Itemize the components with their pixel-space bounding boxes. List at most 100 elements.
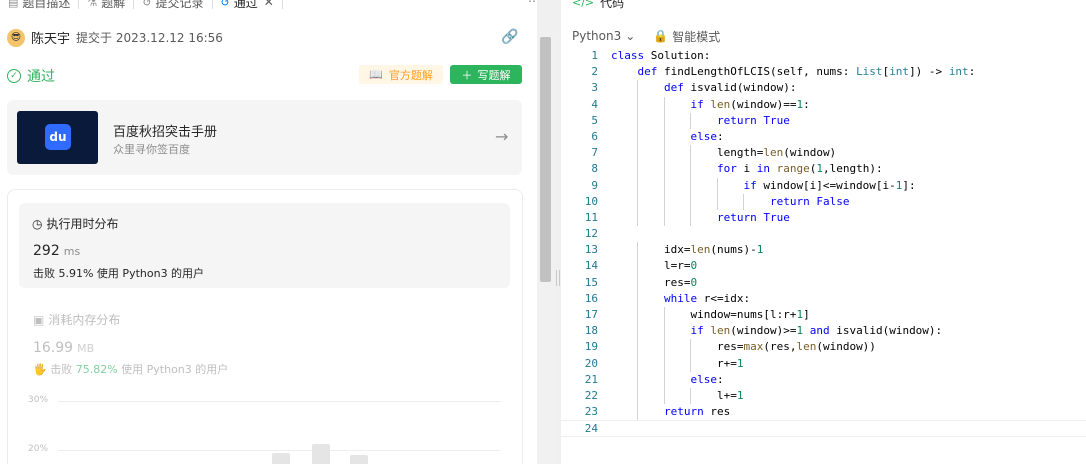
code-line[interactable]: 12 — [561, 226, 1086, 242]
line-number: 12 — [584, 227, 598, 241]
runtime-value: 292 ms — [33, 243, 80, 259]
code-line[interactable]: 3 def isvalid(window): — [561, 80, 1086, 97]
memory-number: 16.99 — [33, 340, 74, 356]
code-panel-header: </> 代码 — [561, 0, 1086, 12]
left-panel-scrollbar[interactable] — [537, 37, 554, 464]
document-icon: ▤ — [8, 0, 19, 9]
smart-mode-toggle[interactable]: 🔒 智能模式 — [653, 28, 720, 45]
line-number: 18 — [584, 324, 598, 338]
code-line[interactable]: 4 if len(window)==1: — [561, 96, 1086, 113]
code-line[interactable]: 13 idx=len(nums)-1 — [561, 242, 1086, 259]
language-select[interactable]: Python3 ⌄ — [572, 29, 635, 43]
code-line[interactable]: 5 return True — [561, 112, 1086, 129]
distribution-bar[interactable] — [312, 444, 330, 464]
code-editor[interactable]: 1 class Solution: 2 def findLengthOfLCIS(s… — [561, 48, 1086, 437]
submission-time: 提交于 2023.12.12 16:56 — [76, 31, 223, 45]
line-number: 22 — [584, 388, 598, 402]
code-line[interactable]: 15 res=0 — [561, 274, 1086, 291]
gridline — [58, 450, 501, 451]
line-number: 4 — [591, 97, 598, 111]
line-text: else: — [690, 129, 724, 143]
tab-label: 题目描述 — [22, 0, 71, 10]
avatar[interactable]: 😎 — [7, 28, 25, 47]
chip-icon: ▣ — [33, 312, 45, 327]
code-line[interactable]: 21 else: — [561, 371, 1086, 388]
memory-beat-percent: 75.82% — [75, 363, 118, 376]
line-number: 5 — [591, 113, 598, 127]
line-number: 10 — [584, 194, 598, 208]
promo-image: du — [17, 111, 98, 164]
code-line[interactable]: 17 window=nums[l:r+1] — [561, 307, 1086, 324]
memory-beat-suffix: 使用 Python3 的用户 — [121, 363, 229, 376]
code-line[interactable]: 7 length=len(window) — [561, 145, 1086, 162]
line-text: return False — [769, 194, 850, 208]
code-line[interactable]: 1 class Solution: — [561, 48, 1086, 64]
write-solution-button[interactable]: ＋ 写题解 — [450, 65, 522, 84]
code-panel-title: 代码 — [600, 0, 625, 10]
official-solution-button[interactable]: 📖 官方题解 — [359, 65, 443, 84]
history-icon: ↺ — [142, 0, 152, 9]
runtime-beat: 击败 5.91% 使用 Python3 的用户 — [33, 267, 205, 280]
line-text: class Solution: — [611, 49, 711, 62]
line-number: 6 — [591, 129, 598, 143]
gridline — [58, 401, 501, 402]
line-number: 23 — [584, 405, 598, 419]
code-line[interactable]: 11 return True — [561, 209, 1086, 227]
drag-grip-icon — [556, 270, 560, 286]
code-line[interactable]: 2 def findLengthOfLCIS(self, nums: List[… — [561, 64, 1086, 80]
line-text: return res — [663, 405, 731, 419]
line-number: 15 — [584, 275, 598, 289]
scrollbar-thumb[interactable] — [540, 37, 551, 282]
tab-description[interactable]: ▤ 题目描述 — [0, 0, 80, 10]
write-solution-label: 写题解 — [477, 68, 511, 82]
close-tab-icon[interactable]: ✕ — [264, 0, 274, 9]
line-number: 13 — [584, 243, 598, 257]
line-number: 20 — [584, 356, 598, 370]
clock-icon: ◷ — [32, 216, 43, 231]
line-text: return True — [716, 113, 790, 127]
code-line[interactable]: 20 r+=1 — [561, 355, 1086, 372]
status-label: 通过 — [27, 69, 55, 85]
code-line[interactable]: 24 — [561, 420, 1086, 437]
line-text: while r<=idx: — [663, 291, 751, 305]
promo-banner[interactable]: du 百度秋招突击手册 众里寻你签百度 → — [7, 100, 522, 175]
promo-title: 百度秋招突击手册 — [113, 125, 218, 140]
line-text: res=max(res,len(window)) — [611, 340, 876, 354]
flask-icon: ⚗ — [87, 0, 98, 9]
tab-accepted[interactable]: ↺ 通过 ✕ — [213, 0, 283, 10]
baidu-logo-icon: du — [45, 124, 71, 150]
line-number: 21 — [584, 372, 598, 386]
code-line[interactable]: 19 res=max(res,len(window)) — [561, 339, 1086, 356]
line-text: def isvalid(window): — [663, 81, 797, 95]
code-line[interactable]: 23 return res — [561, 404, 1086, 421]
distribution-bar[interactable] — [272, 453, 290, 464]
memory-heading: ▣ 消耗内存分布 — [33, 311, 120, 328]
line-number: 2 — [591, 65, 598, 79]
code-line[interactable]: 14 l=r=0 — [561, 258, 1086, 275]
distribution-bar[interactable] — [350, 455, 368, 464]
line-text: r+=1 — [611, 356, 744, 370]
share-link-icon[interactable]: 🔗 — [501, 29, 518, 45]
line-text: l=r=0 — [611, 259, 698, 273]
line-text: else: — [690, 372, 724, 386]
code-line[interactable]: 18 if len(window)>=1 and isvalid(window)… — [561, 323, 1086, 340]
runtime-section[interactable]: ◷ 执行用时分布 292 ms 击败 5.91% 使用 Python3 的用户 — [19, 203, 510, 288]
tab-solutions[interactable]: ⚗ 题解 — [79, 0, 135, 10]
mode-label: 智能模式 — [672, 29, 721, 44]
more-options-icon[interactable]: ⋯ — [528, 0, 537, 8]
code-line[interactable]: 8 for i in range(1,length): — [561, 161, 1086, 178]
lock-icon: 🔒 — [653, 29, 669, 43]
memory-beat-prefix: 击败 — [50, 363, 73, 376]
tab-submissions[interactable]: ↺ 提交记录 — [134, 0, 213, 10]
author-name[interactable]: 陈天宇 — [31, 28, 70, 47]
runtime-unit: ms — [63, 245, 81, 258]
code-line[interactable]: 9 if window[i]<=window[i-1]: — [561, 177, 1086, 194]
code-line[interactable]: 22 l+=1 — [561, 387, 1086, 405]
memory-value: 16.99 MB — [33, 340, 94, 356]
code-line[interactable]: 6 else: — [561, 128, 1086, 146]
line-number: 8 — [591, 162, 598, 176]
code-line[interactable]: 16 while r<=idx: — [561, 290, 1086, 307]
code-line[interactable]: 10 return False — [561, 193, 1086, 210]
y-tick-label: 30% — [28, 395, 49, 405]
memory-heading-label: 消耗内存分布 — [48, 313, 121, 327]
